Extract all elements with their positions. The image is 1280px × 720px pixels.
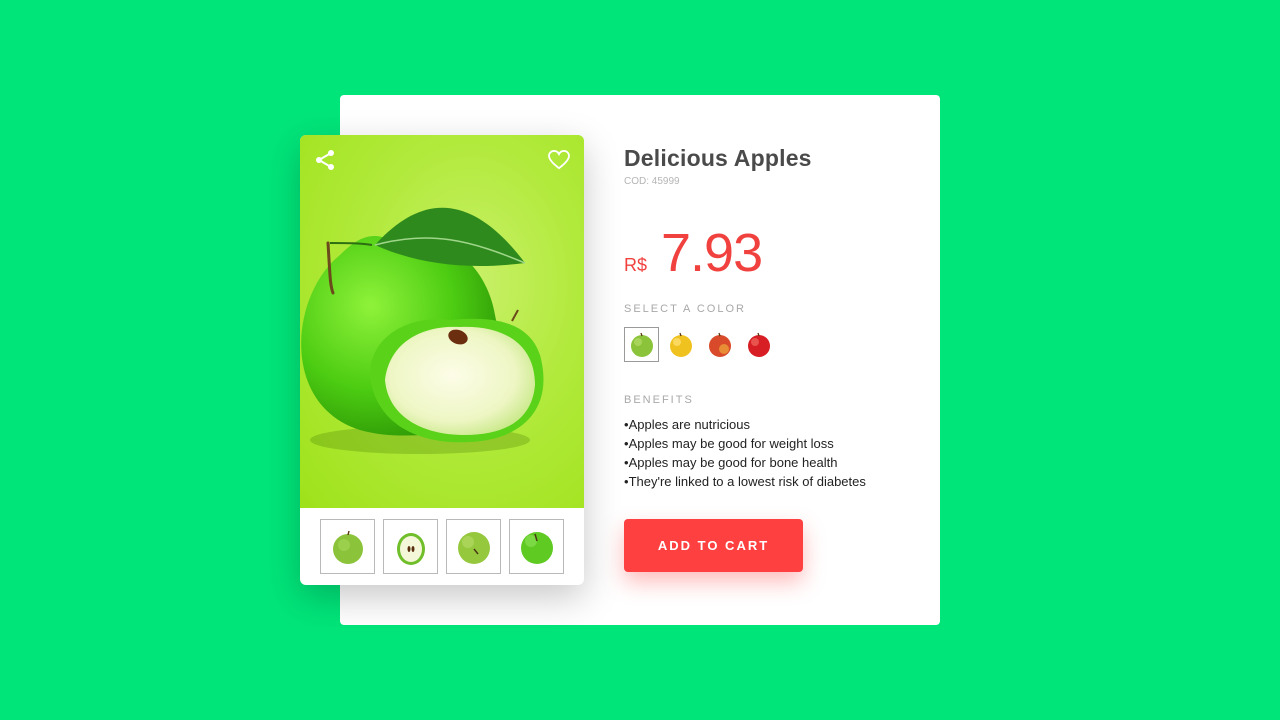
product-code: COD: 45999: [624, 176, 680, 187]
yellow-apple-icon: [669, 332, 692, 357]
price: R$ 7.93: [624, 222, 763, 284]
green-apple-image: [301, 207, 544, 454]
benefit-item: Apples may be good for weight loss: [624, 434, 866, 453]
benefit-item: Apples are nutricious: [624, 415, 866, 434]
swatch-yellow[interactable]: [663, 327, 698, 362]
thumbnail-strip: [320, 519, 564, 574]
price-amount: 7.93: [661, 223, 763, 283]
swatch-red[interactable]: [741, 327, 776, 362]
color-swatches: [624, 327, 776, 362]
thumbnail-halved-apple[interactable]: [383, 519, 438, 574]
red-yellow-apple-icon: [708, 332, 731, 357]
benefit-item: Apples may be good for bone health: [624, 453, 866, 472]
thumbnail-whole-apple[interactable]: [320, 519, 375, 574]
benefits-list: Apples are nutricious Apples may be good…: [624, 415, 866, 491]
heart-icon[interactable]: [546, 147, 572, 173]
product-main-image: [300, 135, 584, 508]
share-icon[interactable]: [312, 147, 338, 173]
price-currency: R$: [624, 255, 648, 275]
thumbnail-apple-top[interactable]: [446, 519, 501, 574]
swatch-red-yellow[interactable]: [702, 327, 737, 362]
benefits-label: BENEFITS: [624, 394, 694, 406]
green-apple-icon: [630, 332, 653, 357]
add-to-cart-button[interactable]: ADD TO CART: [624, 519, 803, 572]
product-title: Delicious Apples: [624, 145, 812, 171]
thumbnail-apple-stem[interactable]: [509, 519, 564, 574]
product-info: Delicious Apples COD: 45999 R$ 7.93 SELE…: [624, 140, 924, 572]
select-color-label: SELECT A COLOR: [624, 303, 746, 315]
product-gallery: [300, 135, 584, 585]
red-apple-icon: [747, 332, 770, 357]
benefit-item: They're linked to a lowest risk of diabe…: [624, 472, 866, 491]
swatch-green[interactable]: [624, 327, 659, 362]
